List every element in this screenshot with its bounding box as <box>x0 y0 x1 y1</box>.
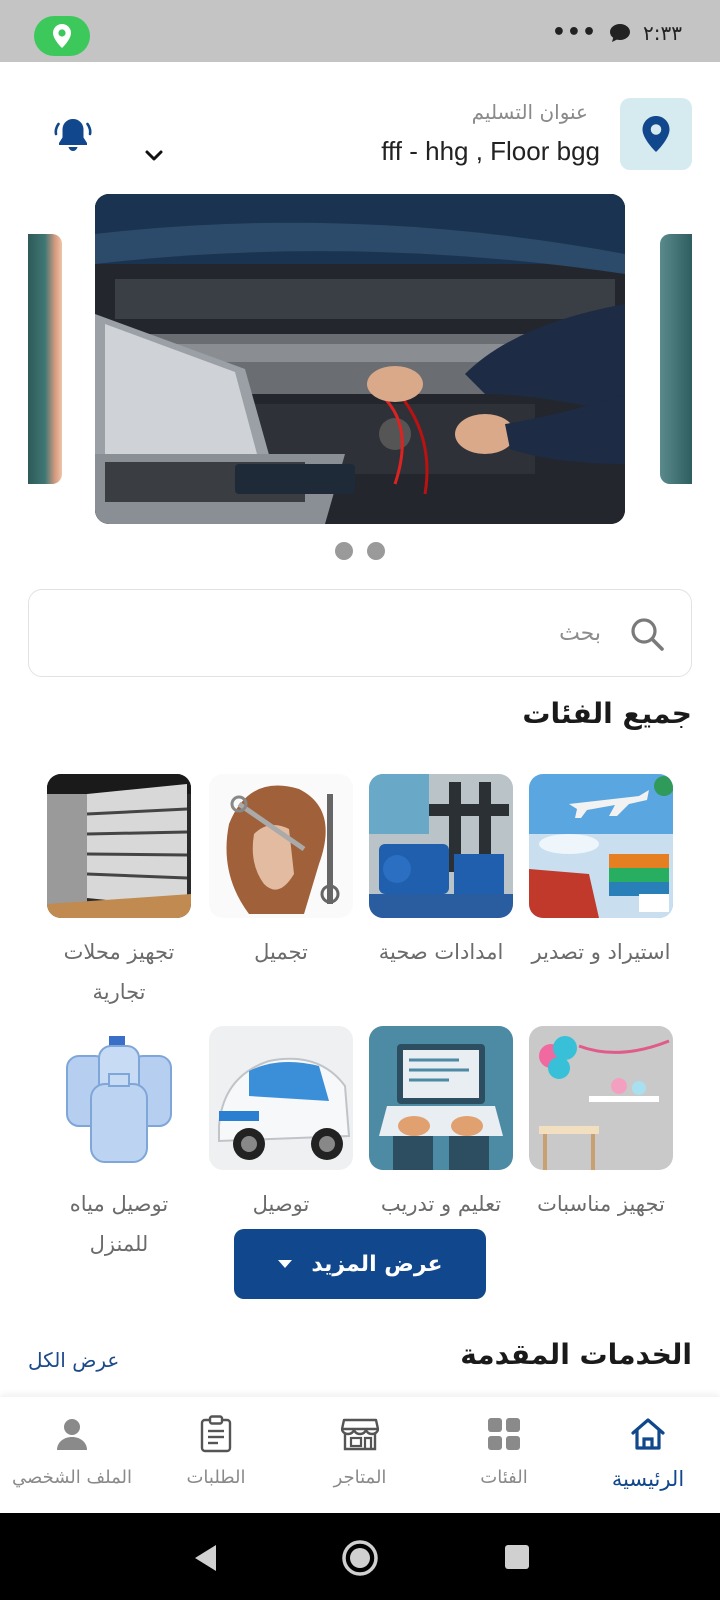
smart-car-image <box>209 1026 353 1170</box>
status-bar: ••• ٢:٣٣ <box>0 0 720 62</box>
category-medical-supplies[interactable]: امدادات صحية <box>366 774 516 972</box>
category-education-training[interactable]: تعليم و تدريب <box>366 1026 516 1224</box>
home-icon <box>631 1418 665 1450</box>
nav-orders[interactable]: الطلبات <box>144 1411 288 1488</box>
category-image <box>209 774 353 918</box>
more-notifications-dots: ••• <box>551 20 598 45</box>
category-event-prep[interactable]: تجهيز مناسبات <box>526 1026 676 1224</box>
back-icon[interactable] <box>192 1543 218 1573</box>
airplane-cargo-image <box>529 774 673 918</box>
person-icon <box>57 1419 87 1450</box>
search-bar[interactable] <box>28 589 692 677</box>
nav-label: الملف الشخصي <box>12 1467 132 1488</box>
all-categories-title: جميع الفئات <box>522 697 692 730</box>
category-image <box>529 774 673 918</box>
bell-icon <box>54 119 92 151</box>
category-label: تعليم و تدريب <box>380 1192 502 1216</box>
recents-icon[interactable] <box>504 1544 530 1570</box>
system-navigation-bar <box>0 1513 720 1600</box>
show-more-label: عرض المزيد <box>311 1251 443 1277</box>
category-shop-fitout[interactable]: تجهيز محلات تجارية <box>44 774 194 1012</box>
category-import-export[interactable]: استيراد و تصدير <box>526 774 676 972</box>
category-delivery[interactable]: توصيل <box>206 1026 356 1224</box>
carousel-dot[interactable] <box>335 542 353 560</box>
category-label: امدادات صحية <box>378 940 504 964</box>
view-all-link[interactable]: عرض الكل <box>28 1348 119 1372</box>
bottom-navigation: الرئيسية الفئات المتاجر الطلبات الملف ال… <box>0 1397 720 1513</box>
store-icon <box>341 1418 379 1451</box>
category-image <box>47 774 191 918</box>
category-image <box>369 1026 513 1170</box>
notifications-button[interactable] <box>50 112 96 158</box>
nav-label: الفئات <box>480 1467 528 1488</box>
carousel-next-slide[interactable] <box>660 234 692 484</box>
nav-home[interactable]: الرئيسية <box>576 1411 720 1491</box>
nav-label: المتاجر <box>333 1467 387 1488</box>
location-button[interactable] <box>620 98 692 170</box>
nav-label: الرئيسية <box>611 1467 685 1491</box>
category-image <box>209 1026 353 1170</box>
status-indicators: ••• ٢:٣٣ <box>552 20 682 45</box>
nav-categories[interactable]: الفئات <box>432 1411 576 1488</box>
carousel-indicators <box>0 542 720 560</box>
laptop-typing-image <box>369 1026 513 1170</box>
category-label: توصيل <box>252 1192 310 1216</box>
category-label: تجهيز محلات تجارية <box>63 940 175 1004</box>
clipboard-icon <box>200 1415 232 1453</box>
carousel-prev-slide[interactable] <box>28 234 62 484</box>
delivery-address-label: عنوان التسليم <box>471 100 588 124</box>
category-beauty[interactable]: تجميل <box>206 774 356 972</box>
nav-label: الطلبات <box>186 1467 246 1488</box>
water-pumps-image <box>369 774 513 918</box>
search-icon[interactable] <box>629 616 665 652</box>
category-label: تجميل <box>254 940 308 964</box>
nav-stores[interactable]: المتاجر <box>288 1411 432 1488</box>
search-input[interactable] <box>81 610 601 656</box>
caret-down-icon <box>278 1260 293 1268</box>
category-home-water-delivery[interactable]: توصيل مياه للمنزل <box>44 1026 194 1264</box>
category-label: توصيل مياه للمنزل <box>69 1192 169 1256</box>
delivery-address-value[interactable]: fff - hhg , Floor bgg <box>381 136 600 167</box>
category-label: تجهيز مناسبات <box>537 1192 665 1216</box>
grid-icon <box>488 1418 520 1450</box>
chevron-down-icon[interactable] <box>142 144 166 168</box>
hair-styling-image <box>209 774 353 918</box>
home-circle-icon[interactable] <box>341 1539 379 1577</box>
category-image <box>369 774 513 918</box>
location-pin-icon <box>53 24 71 48</box>
location-pin-icon <box>642 116 670 152</box>
category-image <box>47 1026 191 1170</box>
status-time: ٢:٣٣ <box>643 20 682 45</box>
category-image <box>529 1026 673 1170</box>
party-decor-image <box>529 1026 673 1170</box>
car-engine-diagnostics-image <box>95 194 625 524</box>
category-label: استيراد و تصدير <box>531 940 671 964</box>
chat-bubble-icon <box>610 23 631 42</box>
carousel-slide-car-diagnostics[interactable] <box>95 194 625 524</box>
store-shelves-image <box>47 774 191 918</box>
show-more-button[interactable]: عرض المزيد <box>234 1229 486 1299</box>
water-bottles-image <box>47 1026 191 1170</box>
carousel-dot[interactable] <box>367 542 385 560</box>
services-title: الخدمات المقدمة <box>460 1338 692 1371</box>
location-badge <box>34 16 90 56</box>
nav-profile[interactable]: الملف الشخصي <box>0 1411 144 1488</box>
